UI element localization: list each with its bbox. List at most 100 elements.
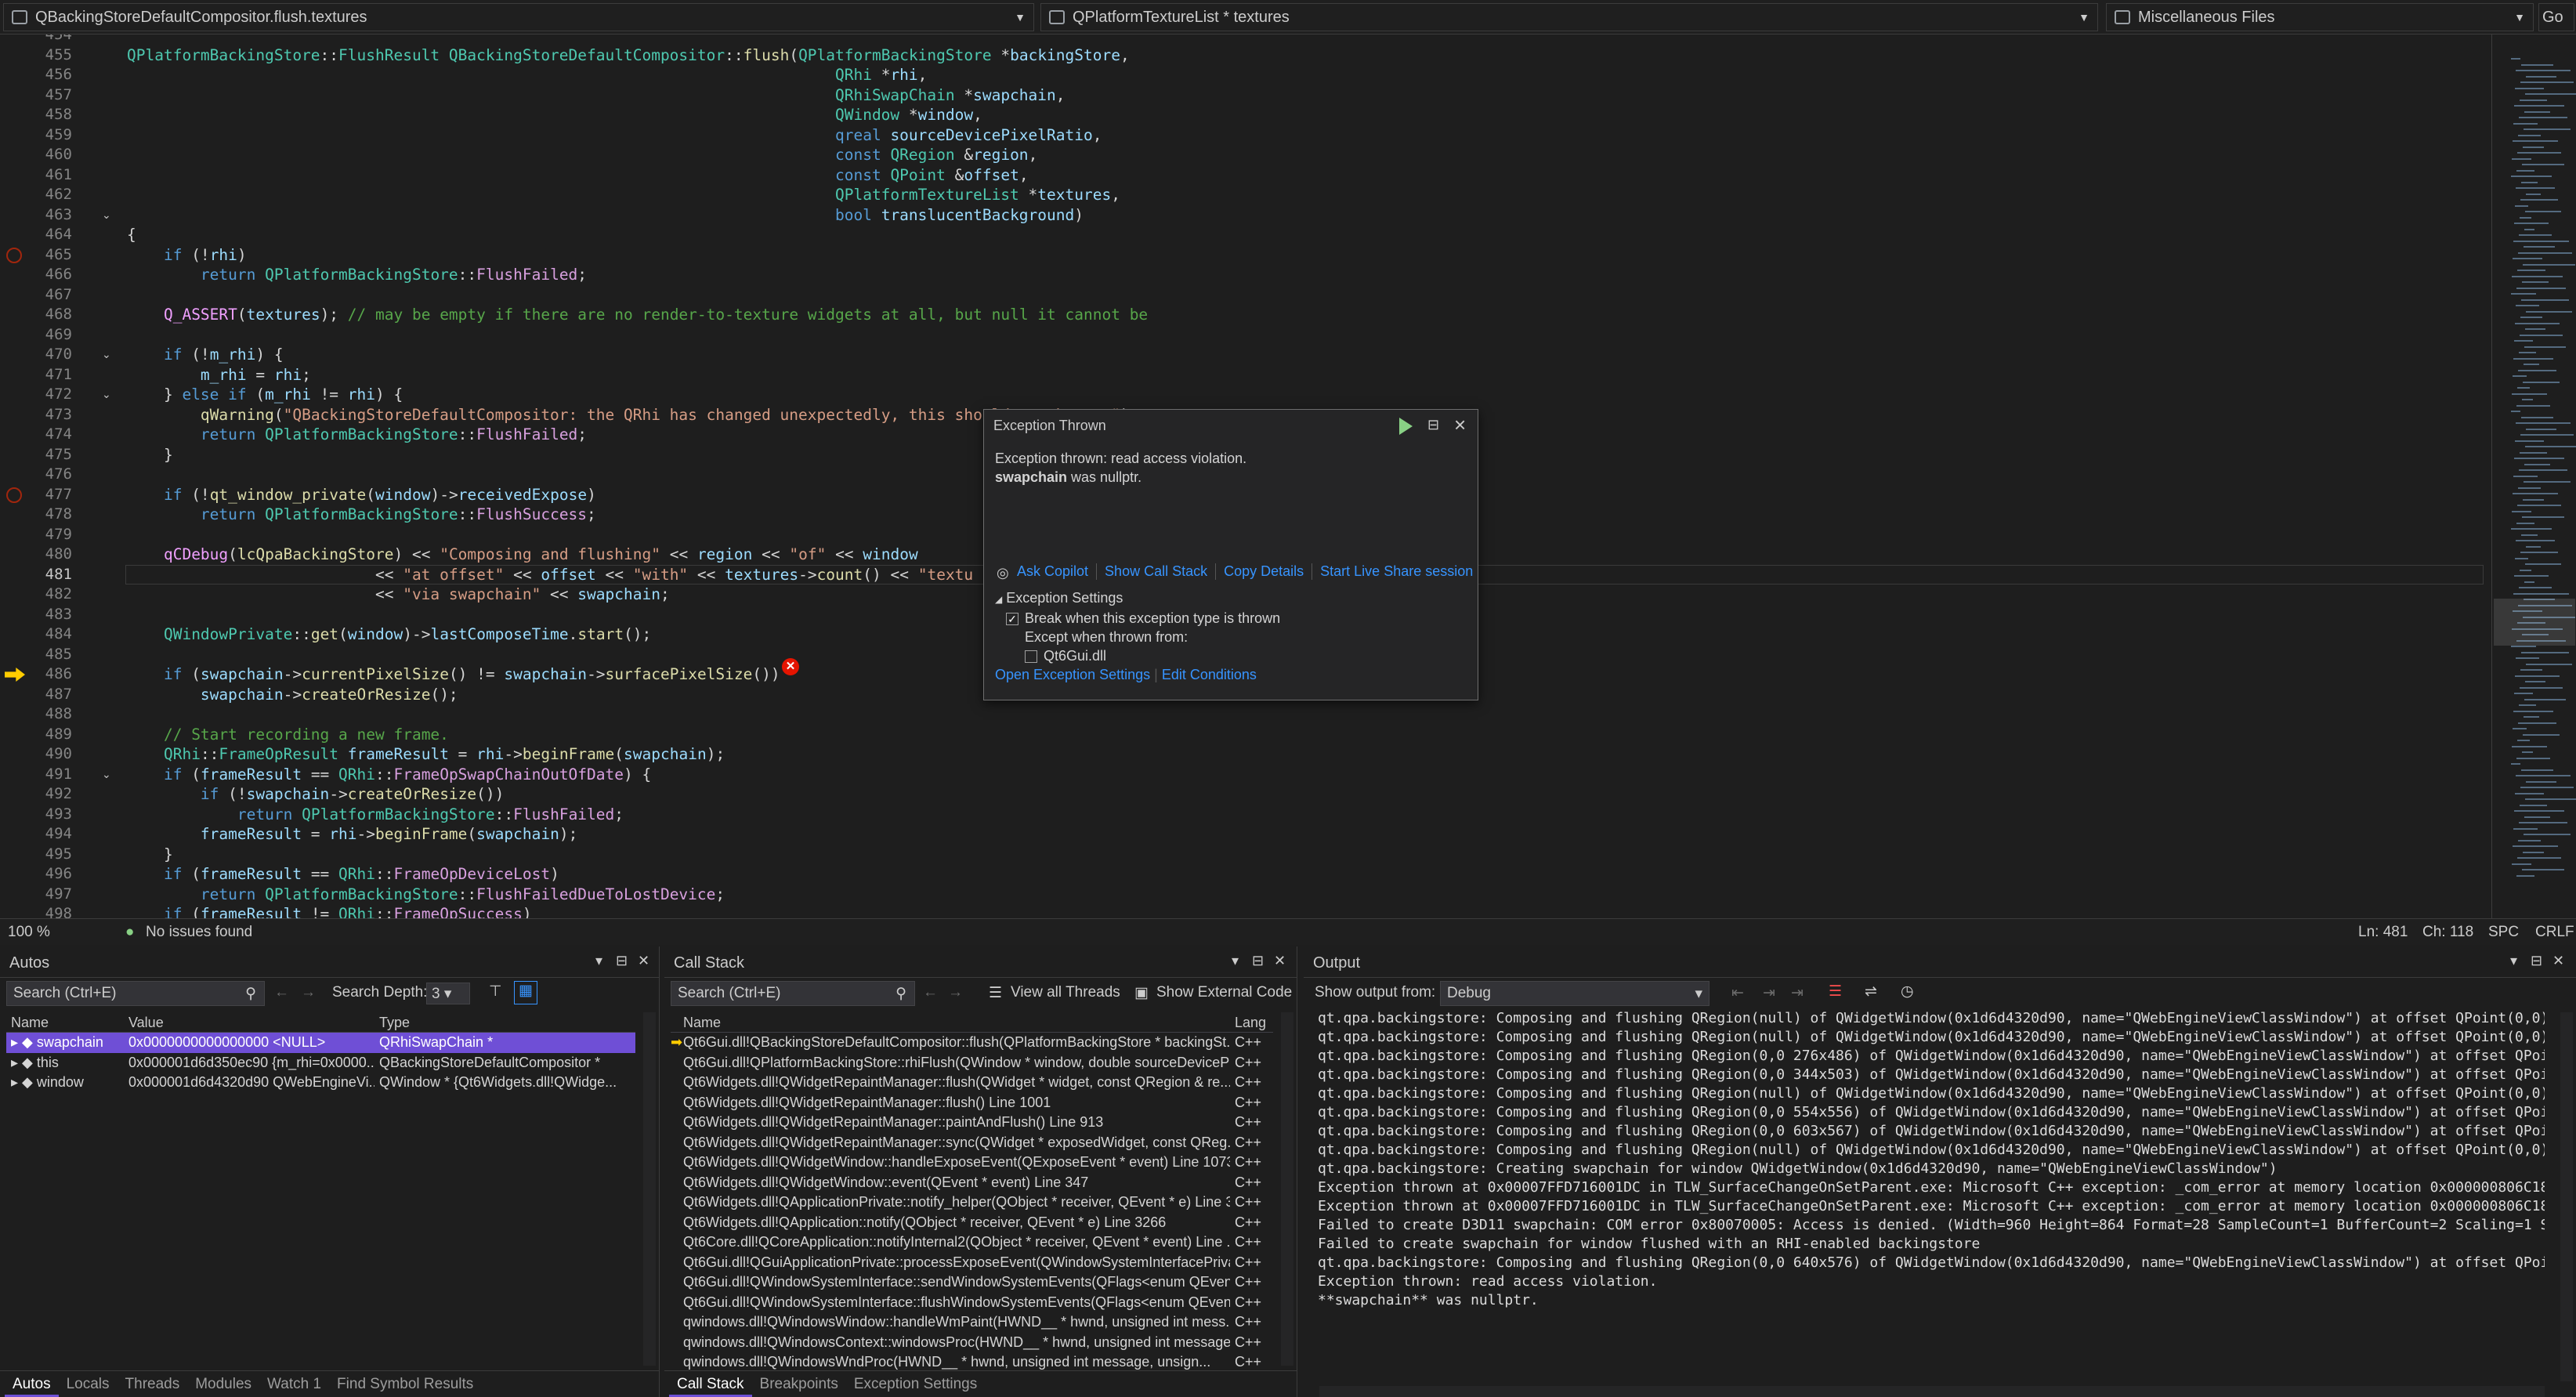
code-line[interactable]: QPlatformTextureList *textures, — [127, 185, 1120, 205]
fold-icon[interactable]: ⌄ — [102, 208, 111, 222]
chevron-down-icon[interactable]: ▾ — [1232, 953, 1239, 969]
variable-value[interactable]: 0x000001d6d4320d90 QWebEngineVi... — [124, 1073, 374, 1093]
tab-threads[interactable]: Threads — [118, 1371, 188, 1397]
editor-gutter[interactable]: 454 455 456 457 458 459 460 461 462 463 ⌄ 464 465 466… — [0, 34, 125, 918]
forward-icon[interactable]: → — [948, 984, 963, 1001]
line-ending-indicator[interactable]: CRLF — [2535, 924, 2574, 941]
code-line[interactable]: } else if (m_rhi != rhi) { — [127, 385, 403, 405]
minimap-viewport[interactable] — [2494, 599, 2575, 646]
pin-icon[interactable]: ⊟ — [616, 953, 628, 969]
scope-dropdown[interactable]: QBackingStoreDefaultCompositor.flush.tex… — [3, 3, 1034, 31]
code-line[interactable]: return QPlatformBackingStore::FlushFaile… — [127, 805, 624, 825]
tab-call-stack[interactable]: Call Stack — [669, 1371, 752, 1397]
clock-icon[interactable]: ◷ — [1901, 983, 1914, 1001]
back-icon[interactable]: ← — [274, 984, 289, 1001]
back-icon[interactable]: ← — [923, 984, 938, 1001]
code-line[interactable]: const QRegion &region, — [127, 145, 1037, 165]
table-row[interactable]: Qt6Widgets.dll!QWidgetRepaintManager::pa… — [671, 1113, 1273, 1133]
table-row[interactable]: Qt6Gui.dll!QWindowSystemInterface::flush… — [671, 1293, 1273, 1313]
find-prev-icon[interactable]: ⇤ — [1731, 984, 1744, 1002]
code-line[interactable]: return QPlatformBackingStore::FlushSucce… — [127, 505, 596, 525]
tab-exception-settings[interactable]: Exception Settings — [846, 1371, 985, 1397]
chevron-down-icon[interactable]: ▾ — [595, 953, 602, 969]
column-indicator[interactable]: Ch: 118 — [2422, 924, 2473, 941]
depth-select[interactable]: 3 ▾ — [426, 983, 470, 1004]
table-row[interactable]: Qt6Widgets.dll!QWidgetRepaintManager::fl… — [671, 1093, 1273, 1113]
code-line[interactable]: // Start recording a new frame. — [127, 725, 449, 745]
member-dropdown[interactable]: QPlatformTextureList * textures ▼ — [1040, 3, 2098, 31]
table-row[interactable]: qwindows.dll!QWindowsWindow::handleWmPai… — [671, 1312, 1273, 1333]
code-line[interactable]: Q_ASSERT(textures); // may be empty if t… — [127, 305, 1148, 325]
code-line[interactable]: if (!qt_window_private(window)->received… — [127, 485, 596, 505]
code-line[interactable]: QPlatformBackingStore::FlushResult QBack… — [127, 45, 1130, 66]
pin-icon[interactable]: ⊟ — [1427, 417, 1439, 433]
table-row[interactable]: Qt6Gui.dll!QGuiApplicationPrivate::proce… — [671, 1253, 1273, 1273]
code-line[interactable]: return QPlatformBackingStore::FlushFaile… — [127, 885, 725, 905]
edit-conditions-link[interactable]: Edit Conditions — [1162, 667, 1257, 682]
zoom-level[interactable]: 100 % — [8, 924, 50, 941]
ask-copilot-link[interactable]: ◎ Ask Copilot — [995, 563, 1096, 581]
table-row[interactable]: qwindows.dll!QWindowsWndProc(HWND__ * hw… — [671, 1352, 1273, 1373]
code-line[interactable]: << "at offset" << offset << "with" << te… — [127, 565, 973, 585]
find-last-icon[interactable]: ⇥ — [1791, 984, 1804, 1002]
output-source-select[interactable]: Debug ▾ — [1440, 981, 1709, 1006]
fold-icon[interactable]: ⌄ — [102, 348, 111, 361]
fold-icon[interactable]: ⌄ — [102, 388, 111, 401]
word-wrap-icon[interactable]: ⇌ — [1865, 983, 1877, 1001]
code-line[interactable]: } — [127, 845, 173, 865]
code-line[interactable]: if (!m_rhi) { — [127, 345, 284, 365]
break-checkbox[interactable]: ✓ — [1006, 613, 1018, 626]
continue-icon[interactable] — [1399, 418, 1413, 435]
code-line[interactable]: qCDebug(lcQpaBackingStore) << "Composing… — [127, 545, 918, 565]
output-text[interactable]: qt.qpa.backingstore: Composing and flush… — [1318, 1009, 2545, 1310]
code-line[interactable]: frameResult = rhi->beginFrame(swapchain)… — [127, 824, 577, 845]
code-line[interactable]: swapchain->createOrResize(); — [127, 685, 458, 705]
issues-label[interactable]: No issues found — [146, 924, 252, 941]
collapse-icon[interactable]: ◢ — [995, 594, 1002, 605]
code-line[interactable]: return QPlatformBackingStore::FlushFaile… — [127, 425, 587, 445]
breakpoint-icon[interactable] — [6, 487, 22, 503]
table-row[interactable]: Qt6Widgets.dll!QWidgetRepaintManager::sy… — [671, 1133, 1273, 1153]
variable-value[interactable]: 0x000001d6d350ec90 {m_rhi=0x0000... — [124, 1053, 374, 1073]
find-next-icon[interactable]: ⇥ — [1763, 984, 1775, 1002]
table-row[interactable]: Qt6Core.dll!QCoreApplication::notifyInte… — [671, 1232, 1273, 1253]
pin-icon[interactable]: ⊟ — [1252, 953, 1264, 969]
tab-breakpoints[interactable]: Breakpoints — [752, 1371, 846, 1397]
execution-pointer-icon[interactable] — [5, 668, 25, 682]
code-line[interactable]: QRhi::FrameOpResult frameResult = rhi->b… — [127, 744, 725, 765]
table-row[interactable]: Qt6Widgets.dll!QWidgetWindow::event(QEve… — [671, 1173, 1273, 1193]
code-line[interactable]: } — [127, 445, 173, 465]
code-line[interactable]: const QPoint &offset, — [127, 165, 1029, 186]
code-line[interactable]: { — [127, 225, 136, 245]
callstack-scrollbar[interactable] — [1281, 1012, 1293, 1366]
go-button[interactable]: Go — [2538, 3, 2574, 31]
table-row[interactable]: Qt6Widgets.dll!QApplicationPrivate::noti… — [671, 1193, 1273, 1213]
table-row[interactable]: Qt6Widgets.dll!QWidgetRepaintManager::fl… — [671, 1073, 1273, 1093]
code-line[interactable]: if (frameResult != QRhi::FrameOpSuccess) — [127, 904, 532, 918]
close-icon[interactable]: ✕ — [2552, 953, 2564, 969]
breakpoint-icon[interactable] — [6, 247, 22, 263]
code-line[interactable]: if (swapchain->currentPixelSize() != swa… — [127, 664, 780, 685]
code-line[interactable]: QWindowPrivate::get(window)->lastCompose… — [127, 624, 651, 645]
close-icon[interactable]: ✕ — [1274, 953, 1286, 969]
table-row[interactable]: ▸ ◆ swapchain 0x0000000000000000 <NULL> QR… — [6, 1033, 635, 1053]
show-call-stack-link[interactable]: Show Call Stack — [1096, 563, 1215, 580]
table-row[interactable]: ▸ ◆ this 0x000001d6d350ec90 {m_rhi=0x0000… — [6, 1053, 635, 1073]
code-line[interactable]: QRhiSwapChain *swapchain, — [127, 85, 1065, 106]
output-scrollbar[interactable] — [2560, 1012, 2573, 1381]
tab-autos[interactable]: Autos — [5, 1371, 59, 1397]
tab-watch-1[interactable]: Watch 1 — [259, 1371, 329, 1397]
chevron-down-icon[interactable]: ▾ — [2510, 953, 2517, 969]
spacing-indicator[interactable]: SPC — [2488, 924, 2519, 941]
tab-find-symbol-results[interactable]: Find Symbol Results — [329, 1371, 481, 1397]
code-line[interactable]: qreal sourceDevicePixelRatio, — [127, 125, 1102, 146]
tab-modules[interactable]: Modules — [187, 1371, 259, 1397]
code-line[interactable]: m_rhi = rhi; — [127, 365, 311, 385]
editor-minimap-scrollbar[interactable] — [2491, 34, 2576, 918]
autos-scrollbar[interactable] — [643, 1012, 656, 1366]
view-all-threads-button[interactable]: View all Threads — [1011, 984, 1120, 1001]
variable-value[interactable]: 0x0000000000000000 <NULL> — [124, 1033, 374, 1053]
hex-icon[interactable]: ▦ — [514, 981, 537, 1004]
project-dropdown[interactable]: Miscellaneous Files ▼ — [2106, 3, 2534, 31]
code-line[interactable]: if (!rhi) — [127, 245, 247, 266]
